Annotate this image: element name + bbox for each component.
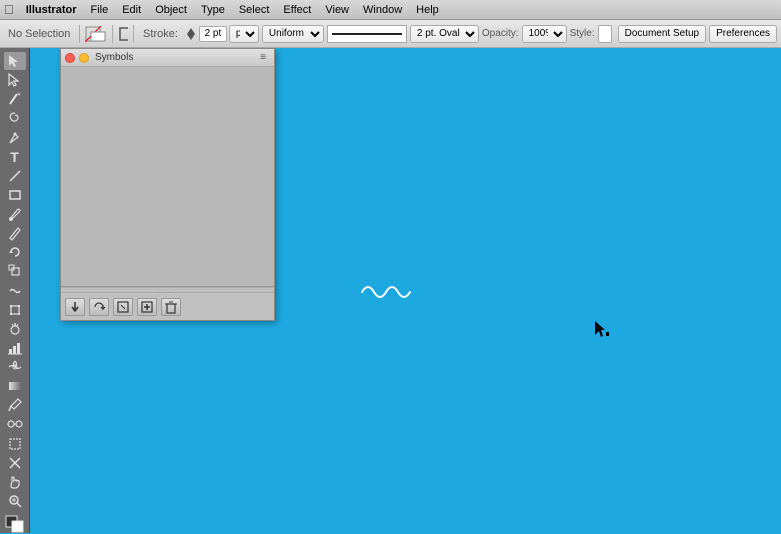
wave-svg (360, 278, 415, 300)
cursor-indicator (595, 321, 609, 339)
panel-minimize-button[interactable] (79, 53, 89, 63)
style-preview[interactable] (598, 25, 612, 43)
direct-selection-tool-button[interactable] (4, 71, 26, 89)
menu-item-illustrator[interactable]: Illustrator (20, 3, 83, 17)
rect-indicator-icon (118, 26, 129, 42)
menu-item-view[interactable]: View (319, 3, 355, 17)
line-preview-area (327, 25, 407, 43)
toolbar-separator-1 (79, 25, 80, 43)
new-symbol-button[interactable] (137, 298, 157, 316)
menu-item-select[interactable]: Select (233, 3, 276, 17)
replace-icon (92, 300, 106, 314)
symbol-sprayer-tool-button[interactable] (4, 320, 26, 338)
panel-options-button[interactable]: ≡ (256, 52, 270, 64)
menu-item-edit[interactable]: Edit (116, 3, 147, 17)
menu-item-effect[interactable]: Effect (277, 3, 317, 17)
lasso-tool-button[interactable] (4, 109, 26, 127)
place-symbol-button[interactable] (65, 298, 85, 316)
delete-symbol-button[interactable] (161, 298, 181, 316)
paintbrush-tool-button[interactable] (4, 205, 26, 223)
selection-tool-button[interactable] (4, 52, 26, 70)
artboard-tool-button[interactable] (4, 435, 26, 453)
wave-decoration (360, 278, 415, 303)
stroke-value-input[interactable] (199, 26, 227, 42)
place-icon (68, 300, 82, 314)
rectangle-tool-button[interactable] (4, 186, 26, 204)
no-selection-label: No Selection (4, 28, 74, 40)
replace-symbol-button[interactable] (89, 298, 109, 316)
stroke-arrows-icon (185, 26, 197, 42)
apple-logo-icon:  (4, 2, 14, 17)
panel-close-button[interactable] (65, 53, 75, 63)
cursor-icon (595, 321, 609, 339)
pen-tool-button[interactable] (4, 129, 26, 147)
canvas-area[interactable]: Symbols ≡ · · · (30, 48, 781, 533)
opacity-label: Opacity: (482, 28, 519, 39)
menu-item-file[interactable]: File (84, 3, 114, 17)
toolbox: T (0, 48, 30, 533)
panel-titlebar: Symbols ≡ (61, 49, 274, 67)
style-label: Style: (570, 28, 595, 39)
mesh-tool-button[interactable] (4, 358, 26, 376)
fill-stroke-icon (5, 515, 25, 533)
delete-symbol-icon (164, 300, 178, 314)
gradient-tool-button[interactable] (4, 377, 26, 395)
resize-dots: · · · (157, 287, 178, 294)
zoom-tool-button[interactable] (4, 492, 26, 510)
opacity-select[interactable]: 100% (522, 25, 567, 43)
free-transform-tool-button[interactable] (4, 301, 26, 319)
fill-stroke-indicator[interactable] (4, 515, 26, 533)
document-setup-button[interactable]: Document Setup (618, 25, 707, 43)
menu-bar:  Illustrator File Edit Object Type Sele… (0, 0, 781, 20)
stroke-size-control[interactable]: pt (185, 25, 259, 43)
stroke-label: Stroke: (139, 28, 182, 40)
type-tool-button[interactable]: T (4, 148, 26, 166)
hand-tool-button[interactable] (4, 473, 26, 491)
new-symbol-icon (140, 300, 154, 314)
rotate-tool-button[interactable] (4, 243, 26, 261)
main-area: T (0, 48, 781, 533)
stroke-color-indicator[interactable] (85, 26, 107, 42)
symbols-panel: Symbols ≡ · · · (60, 48, 275, 321)
toolbar-separator-3 (133, 25, 134, 43)
warp-tool-button[interactable] (4, 282, 26, 300)
preferences-button[interactable]: Preferences (709, 25, 777, 43)
magic-wand-tool-button[interactable] (4, 90, 26, 108)
panel-content (61, 67, 274, 287)
panel-title: Symbols (95, 52, 252, 63)
menu-item-type[interactable]: Type (195, 3, 231, 17)
line-style-preview (332, 29, 402, 39)
slice-tool-button[interactable] (4, 454, 26, 472)
menu-item-object[interactable]: Object (149, 3, 193, 17)
blend-tool-button[interactable] (4, 415, 26, 433)
toolbar: No Selection Stroke: pt Uniform (0, 20, 781, 48)
scale-tool-button[interactable] (4, 262, 26, 280)
brush-type-select[interactable]: 2 pt. Oval (410, 25, 479, 43)
break-link-icon (116, 300, 130, 314)
eyedropper-tool-button[interactable] (4, 396, 26, 414)
break-link-button[interactable] (113, 298, 133, 316)
line-type-select[interactable]: Uniform (262, 25, 324, 43)
menu-item-window[interactable]: Window (357, 3, 408, 17)
column-graph-tool-button[interactable] (4, 339, 26, 357)
stroke-color-icon[interactable] (85, 26, 107, 42)
line-tool-button[interactable] (4, 167, 26, 185)
type-icon: T (10, 149, 19, 165)
toolbar-separator-2 (112, 25, 113, 43)
stroke-unit-select[interactable]: pt (229, 25, 259, 43)
menu-item-help[interactable]: Help (410, 3, 445, 17)
pencil-tool-button[interactable] (4, 224, 26, 242)
panel-footer (61, 292, 274, 320)
